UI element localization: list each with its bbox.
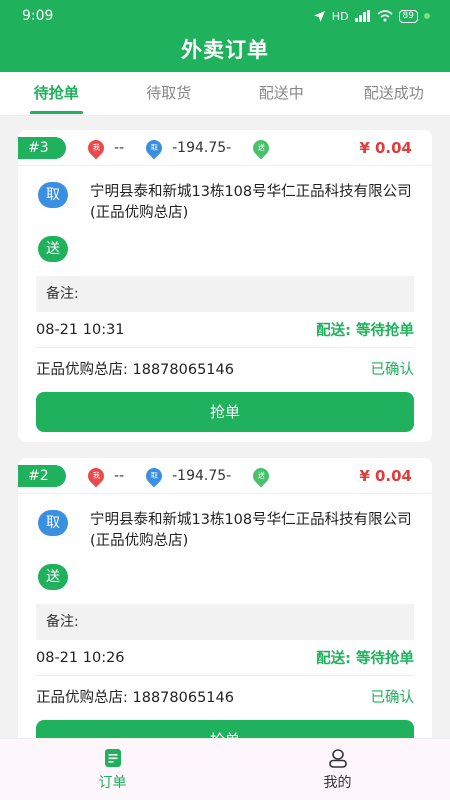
app-header: 9:09 HD 89 外卖订单: [0, 0, 450, 72]
store-row: 正品优购总店: 18878065146 已确认: [36, 350, 414, 386]
order-time: 08-21 10:31: [36, 321, 125, 338]
nav-orders-label: 订单: [98, 775, 127, 791]
tab-pending-grab[interactable]: 待抢单: [0, 72, 113, 116]
battery-level: 89: [398, 9, 418, 23]
location-arrow-icon: [313, 10, 325, 22]
pin-label: 取: [150, 471, 158, 480]
order-list[interactable]: #3 我 -- 取 -194.75- 送 ¥ 0.04 取 宁明县泰和新城13栋…: [0, 116, 450, 738]
grab-order-button[interactable]: 抢单: [36, 392, 414, 432]
delivery-pin-icon: 送: [249, 464, 273, 487]
pickup-pin-icon: 取: [142, 136, 166, 159]
store-contact[interactable]: 正品优购总店: 18878065146: [36, 358, 234, 379]
delivery-badge: 送: [38, 236, 68, 262]
order-icon: [104, 749, 121, 767]
order-tabs: 待抢单 待取货 配送中 配送成功: [0, 72, 450, 116]
order-price: ¥ 0.04: [359, 467, 412, 485]
distance-to-me: --: [114, 467, 125, 484]
order-time-row: 08-21 10:31 配送: 等待抢单: [36, 312, 414, 348]
nav-mine[interactable]: 我的: [225, 739, 450, 800]
delivery-badge: 送: [38, 564, 68, 590]
order-time: 08-21 10:26: [36, 649, 125, 666]
pin-label: 送: [257, 471, 265, 480]
order-note: 备注:: [36, 604, 414, 640]
nav-orders[interactable]: 订单: [0, 739, 225, 800]
order-card: #2 我 -- 取 -194.75- 送 ¥ 0.04 取 宁明县泰和新城13栋…: [18, 458, 432, 738]
my-location-pin-icon: 我: [84, 464, 108, 487]
signal-icon: [354, 10, 370, 22]
page-title: 外卖订单: [181, 38, 269, 62]
pickup-address-row: 取 宁明县泰和新城13栋108号华仁正品科技有限公司(正品优购总店): [38, 182, 418, 224]
pin-label: 我: [92, 471, 100, 480]
order-card: #3 我 -- 取 -194.75- 送 ¥ 0.04 取 宁明县泰和新城13栋…: [18, 130, 432, 442]
confirm-status: 已确认: [370, 689, 415, 706]
tab-delivered[interactable]: 配送成功: [338, 72, 450, 116]
pickup-badge: 取: [38, 510, 68, 536]
distance-to-pickup: -194.75-: [172, 139, 232, 156]
order-price: ¥ 0.04: [359, 139, 412, 157]
status-bar: 9:09 HD 89: [0, 0, 450, 32]
pickup-address: 宁明县泰和新城13栋108号华仁正品科技有限公司(正品优购总店): [90, 184, 412, 221]
tab-pending-pickup[interactable]: 待取货: [113, 72, 226, 116]
nav-mine-label: 我的: [323, 775, 352, 791]
store-row: 正品优购总店: 18878065146 已确认: [36, 678, 414, 714]
delivery-status: 配送: 等待抢单: [316, 651, 414, 667]
pickup-address-row: 取 宁明县泰和新城13栋108号华仁正品科技有限公司(正品优购总店): [38, 510, 418, 552]
status-time: 9:09: [22, 8, 54, 24]
pin-label: 取: [150, 143, 158, 152]
order-card-header: #2 我 -- 取 -194.75- 送 ¥ 0.04: [18, 458, 432, 494]
bottom-nav: 订单 我的: [0, 738, 450, 800]
pickup-address: 宁明县泰和新城13栋108号华仁正品科技有限公司(正品优购总店): [90, 512, 412, 549]
status-icons: HD 89: [313, 9, 430, 23]
status-dot: [424, 13, 430, 19]
confirm-status: 已确认: [370, 361, 415, 378]
store-contact[interactable]: 正品优购总店: 18878065146: [36, 686, 234, 707]
order-number: #2: [18, 464, 66, 487]
tab-delivering[interactable]: 配送中: [225, 72, 338, 116]
delivery-status: 配送: 等待抢单: [316, 323, 414, 339]
order-note: 备注:: [36, 276, 414, 312]
user-icon: [328, 749, 347, 768]
pin-label: 送: [257, 143, 265, 152]
network-type: HD: [331, 9, 349, 23]
distance-to-me: --: [114, 139, 125, 156]
order-time-row: 08-21 10:26 配送: 等待抢单: [36, 640, 414, 676]
delivery-pin-icon: 送: [249, 136, 273, 159]
pickup-badge: 取: [38, 182, 68, 208]
order-card-header: #3 我 -- 取 -194.75- 送 ¥ 0.04: [18, 130, 432, 166]
order-number: #3: [18, 136, 66, 159]
delivery-address-row: 送: [38, 564, 418, 590]
my-location-pin-icon: 我: [84, 136, 108, 159]
distance-to-pickup: -194.75-: [172, 467, 232, 484]
wifi-icon: [377, 10, 393, 22]
pickup-pin-icon: 取: [142, 464, 166, 487]
pin-label: 我: [92, 143, 100, 152]
delivery-address-row: 送: [38, 236, 418, 262]
grab-order-button[interactable]: 抢单: [36, 720, 414, 738]
